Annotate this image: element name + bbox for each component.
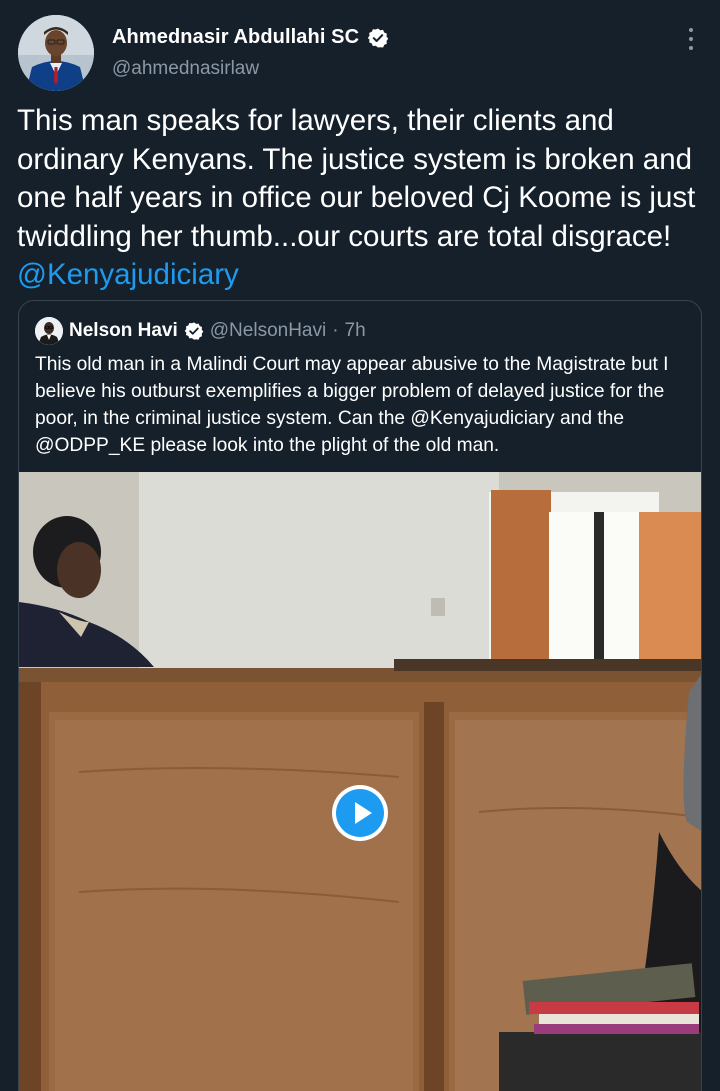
video-player[interactable] [19, 472, 701, 1091]
quoted-author-handle[interactable]: @NelsonHavi [210, 320, 326, 342]
quoted-author-avatar[interactable] [35, 317, 63, 345]
more-options-icon[interactable] [686, 28, 696, 50]
quoted-timestamp[interactable]: 7h [345, 320, 366, 342]
quoted-text-part: and the [554, 408, 625, 429]
quoted-mention-kenyajudiciary: @Kenyajudiciary [410, 408, 555, 429]
author-name-row[interactable]: Ahmednasir Abdullahi SC [112, 26, 389, 49]
quoted-tweet[interactable]: Nelson Havi @NelsonHavi · 7h This old ma… [18, 300, 702, 1091]
quoted-tweet-text: This old man in a Malindi Court may appe… [35, 351, 695, 459]
quoted-separator: · [332, 320, 339, 341]
author-avatar[interactable] [18, 15, 94, 91]
author-handle[interactable]: @ahmednasirlaw [112, 58, 259, 80]
quoted-text-part: please look into the plight of the old m… [145, 435, 500, 456]
tweet-text-body: This man speaks for lawyers, their clien… [17, 104, 696, 253]
author-name[interactable]: Ahmednasir Abdullahi SC [112, 26, 359, 49]
tweet-card: Ahmednasir Abdullahi SC @ahmednasirlaw T… [0, 0, 720, 1091]
quoted-tweet-header: Nelson Havi @NelsonHavi · 7h [35, 317, 366, 345]
tweet-text: This man speaks for lawyers, their clien… [17, 102, 707, 295]
quoted-mention-odpp: @ODPP_KE [35, 435, 146, 456]
play-icon[interactable] [332, 785, 388, 841]
tweet-mention-link[interactable]: @Kenyajudiciary [17, 258, 239, 291]
verified-badge-icon [367, 28, 389, 47]
verified-badge-icon [184, 322, 204, 340]
quoted-author-name[interactable]: Nelson Havi [69, 320, 178, 342]
video-thumbnail [19, 472, 701, 1091]
